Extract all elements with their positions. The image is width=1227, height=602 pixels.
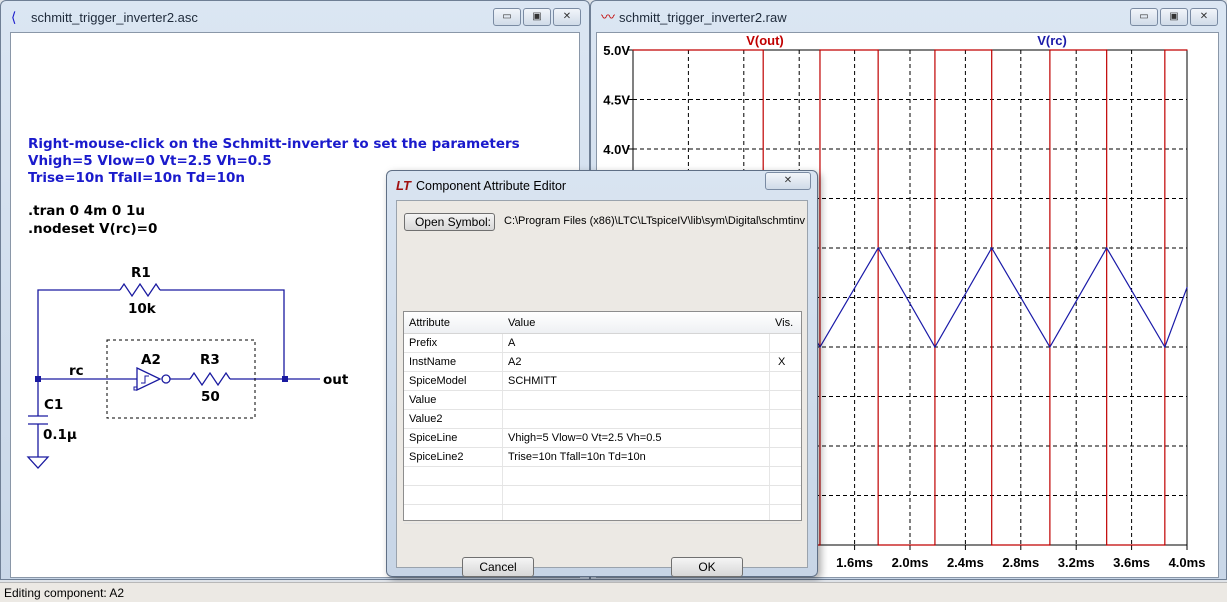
data-point	[934, 544, 936, 546]
y-tick-label: 4.5V	[603, 93, 630, 108]
data-point	[1106, 544, 1108, 546]
dialog-body: Open Symbol: C:\Program Files (x86)\LTC\…	[396, 200, 808, 577]
data-point	[819, 49, 821, 51]
cell-attribute[interactable]: Value	[409, 394, 436, 406]
component-attribute-editor-dialog: LT Component Attribute Editor ✕ Open Sym…	[386, 170, 818, 577]
cell-vis[interactable]: X	[778, 356, 785, 368]
dialog-close-button[interactable]: ✕	[765, 172, 811, 190]
x-tick-label: 2.8ms	[1002, 555, 1039, 570]
open-symbol-button[interactable]: Open Symbol:	[404, 213, 495, 231]
cell-attribute[interactable]: Prefix	[409, 337, 437, 349]
table-row[interactable]: Value	[404, 391, 801, 410]
x-tick-label: 4.0ms	[1169, 555, 1206, 570]
dialog-title: Component Attribute Editor	[416, 179, 567, 193]
cell-attribute[interactable]: SpiceLine	[409, 432, 457, 444]
cell-attribute[interactable]: Value2	[409, 413, 442, 425]
data-point	[1186, 49, 1188, 51]
column-header[interactable]: Attribute	[409, 317, 450, 329]
attribute-table[interactable]: Attribute Value Vis. Prefix A InstName A2 X S…	[403, 311, 802, 524]
column-header[interactable]: Vis.	[775, 317, 793, 329]
data-point	[819, 346, 821, 348]
table-row[interactable]: Value2	[404, 410, 801, 429]
data-point	[877, 247, 879, 249]
x-tick-label: 2.4ms	[947, 555, 984, 570]
data-point	[991, 247, 993, 249]
table-row[interactable]: SpiceLine2 Trise=10n Tfall=10n Td=10n	[404, 448, 801, 467]
cell-value[interactable]: A2	[508, 356, 521, 368]
table-header: Attribute Value Vis.	[404, 312, 801, 334]
table-row[interactable]: SpiceLine Vhigh=5 Vlow=0 Vt=2.5 Vh=0.5	[404, 429, 801, 448]
cell-value[interactable]: Trise=10n Tfall=10n Td=10n	[508, 451, 646, 463]
table-row[interactable]: InstName A2 X	[404, 353, 801, 372]
ok-button[interactable]: OK	[671, 557, 743, 577]
ltspice-logo-icon: LT	[396, 178, 411, 193]
data-point	[1049, 49, 1051, 51]
x-tick-label: 1.6ms	[836, 555, 873, 570]
cell-attribute[interactable]: SpiceLine2	[409, 451, 463, 463]
x-tick-label: 3.6ms	[1113, 555, 1150, 570]
cell-value[interactable]: SCHMITT	[508, 375, 557, 387]
data-point	[1186, 287, 1188, 289]
empty-row	[404, 486, 801, 505]
table-row[interactable]: SpiceModel SCHMITT	[404, 372, 801, 391]
data-point	[1106, 49, 1108, 51]
data-point	[819, 544, 821, 546]
y-tick-label: 5.0V	[603, 43, 630, 58]
data-point	[632, 49, 634, 51]
status-bar: Editing component: A2	[0, 582, 1227, 602]
data-point	[1164, 49, 1166, 51]
cancel-button[interactable]: Cancel	[462, 557, 534, 577]
x-tick-label: 2.0ms	[892, 555, 929, 570]
symbol-path: C:\Program Files (x86)\LTC\LTspiceIV\lib…	[504, 215, 805, 227]
data-point	[877, 49, 879, 51]
y-tick-label: 4.0V	[603, 142, 630, 157]
data-point	[991, 49, 993, 51]
column-header[interactable]: Value	[508, 317, 535, 329]
data-point	[1164, 544, 1166, 546]
trace-label[interactable]: V(rc)	[1037, 33, 1067, 48]
cell-value[interactable]: Vhigh=5 Vlow=0 Vt=2.5 Vh=0.5	[508, 432, 662, 444]
data-point	[1049, 544, 1051, 546]
cell-attribute[interactable]: SpiceModel	[409, 375, 466, 387]
x-tick-label: 3.2ms	[1058, 555, 1095, 570]
data-point	[1164, 346, 1166, 348]
table-row[interactable]: Prefix A	[404, 334, 801, 353]
data-point	[1049, 346, 1051, 348]
trace-label[interactable]: V(out)	[746, 33, 784, 48]
cell-attribute[interactable]: InstName	[409, 356, 456, 368]
data-point	[934, 346, 936, 348]
data-point	[762, 49, 764, 51]
empty-row	[404, 505, 801, 524]
data-point	[991, 544, 993, 546]
data-point	[934, 49, 936, 51]
data-point	[1106, 247, 1108, 249]
data-point	[877, 544, 879, 546]
empty-row	[404, 467, 801, 486]
cell-value[interactable]: A	[508, 337, 515, 349]
